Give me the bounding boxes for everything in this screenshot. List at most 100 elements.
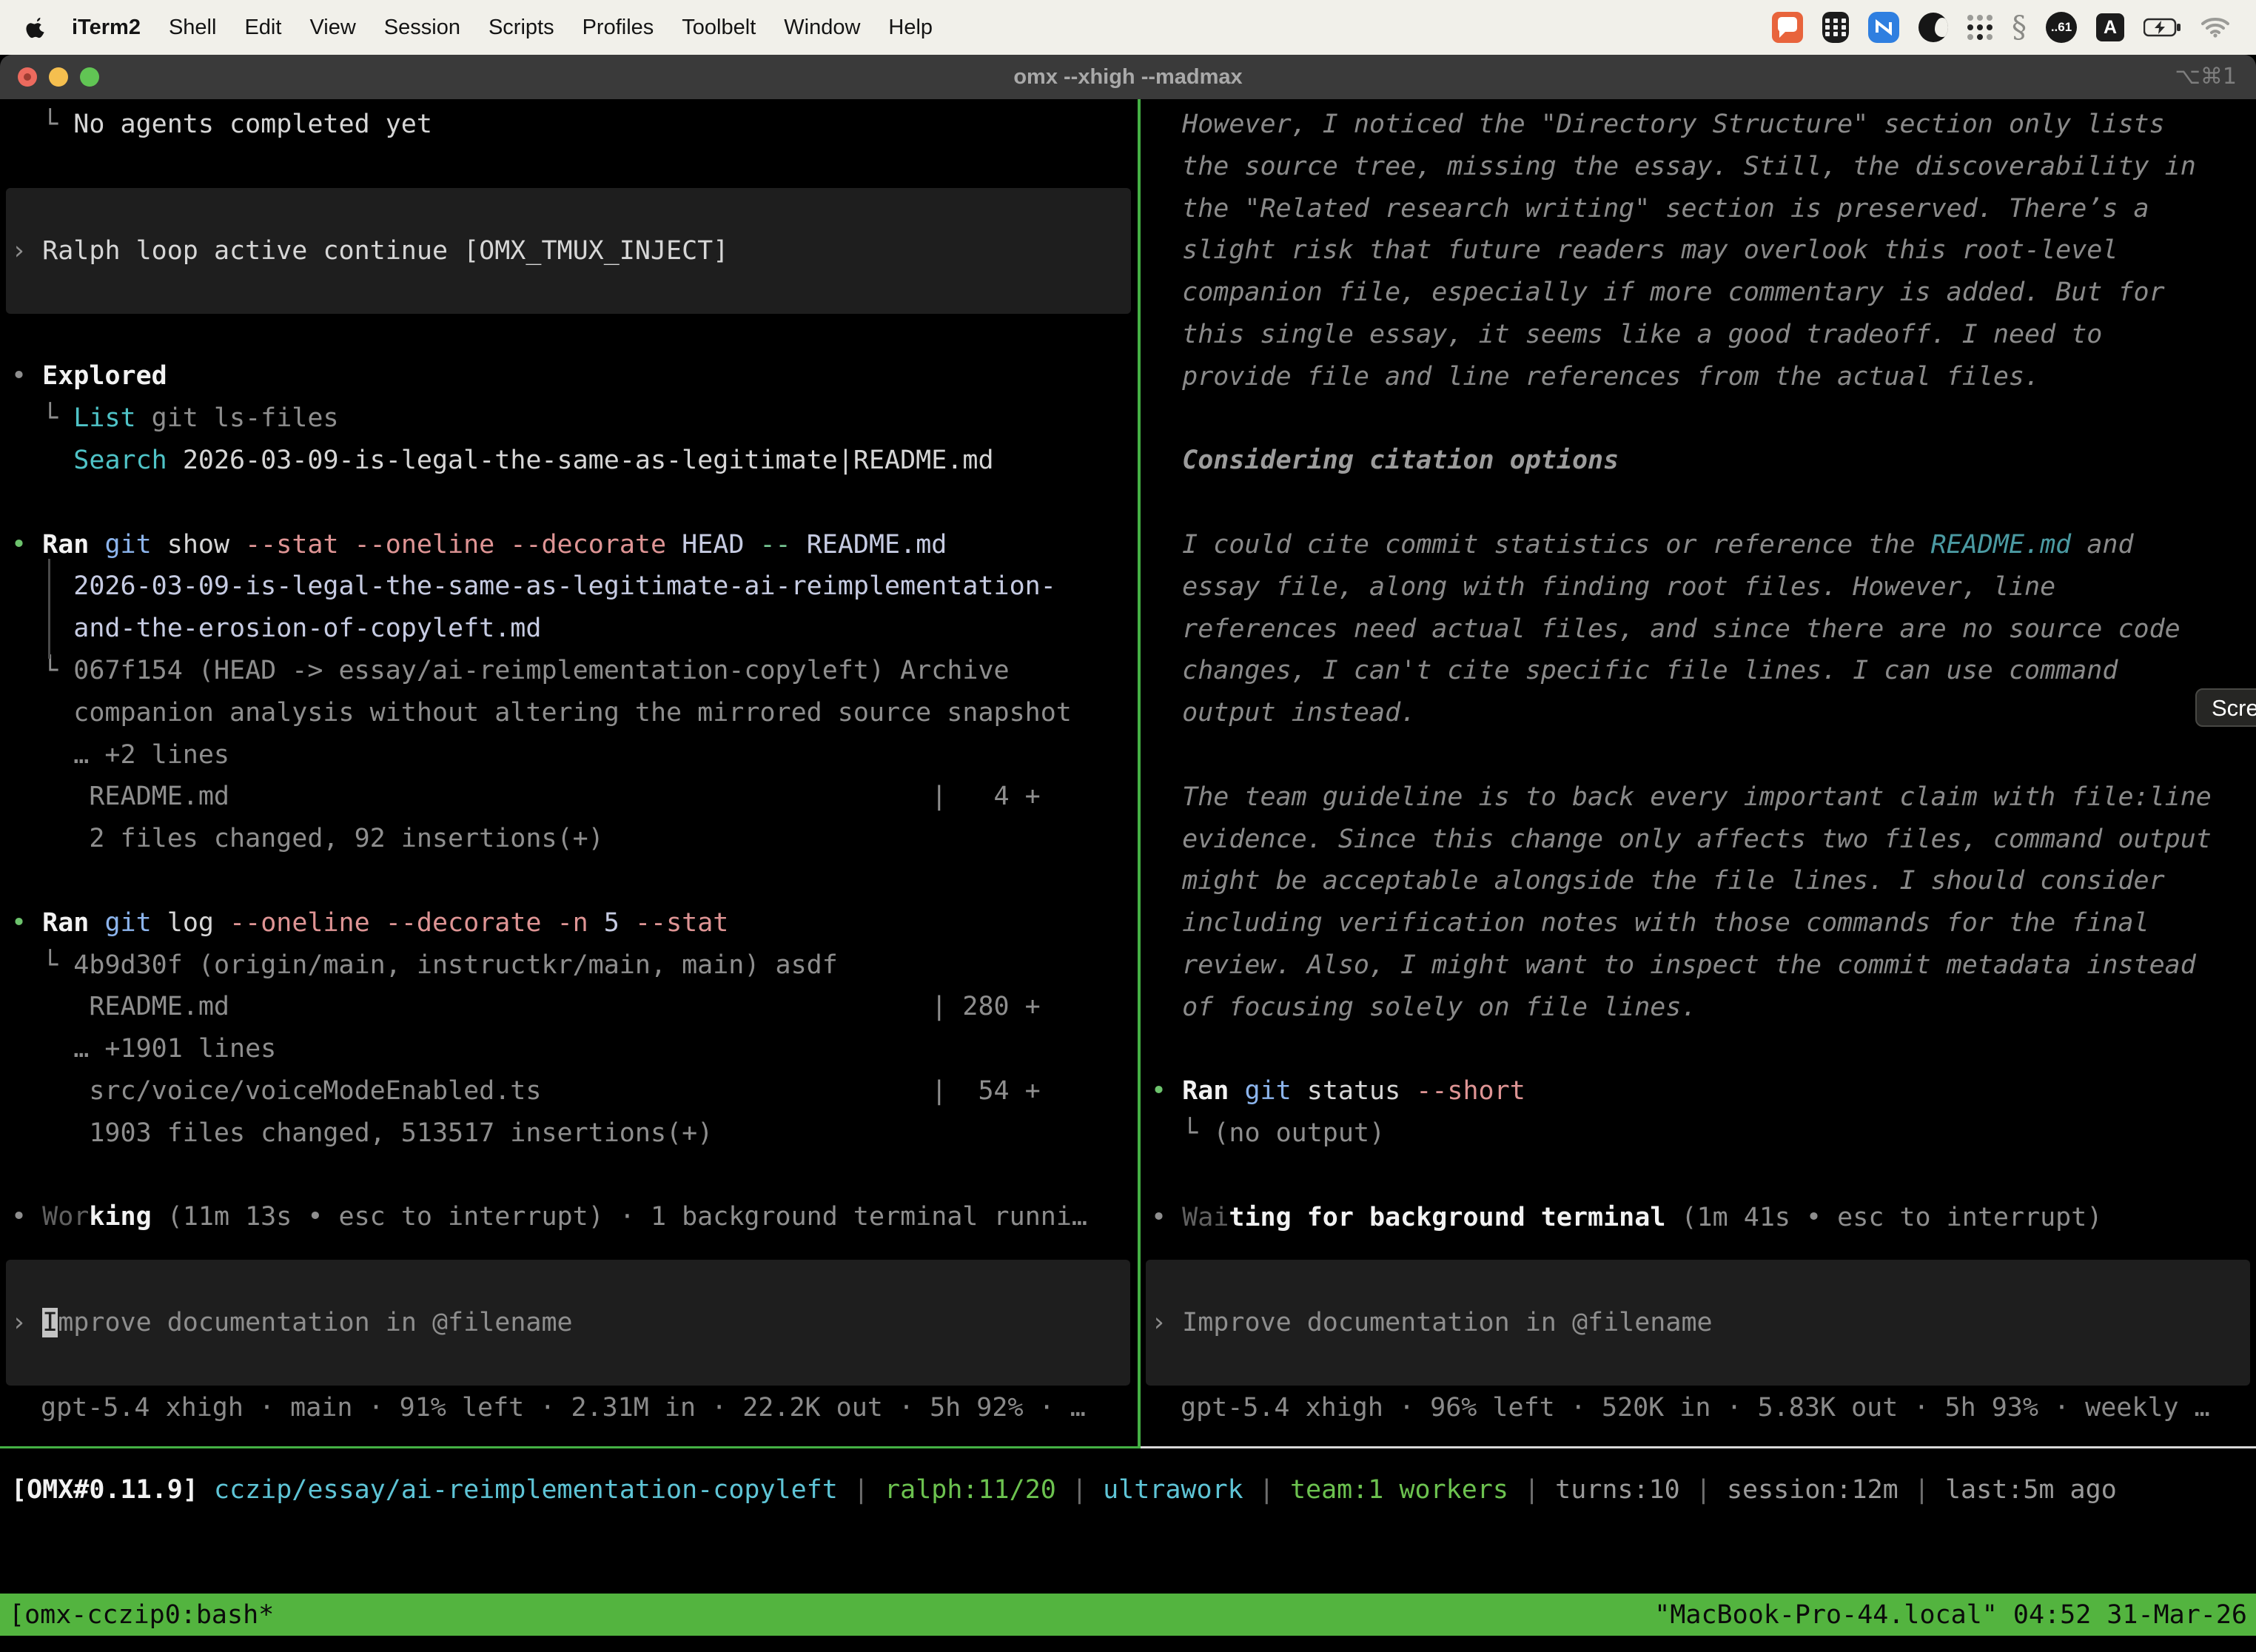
- terminal-line: Considering citation options: [1151, 440, 2256, 482]
- terminal-line: [11, 1155, 1138, 1197]
- terminal: └ No agents completed yet › Ralph loop a…: [0, 99, 2256, 1652]
- menu-item-session[interactable]: Session: [370, 16, 474, 40]
- blue-zigzag-icon[interactable]: [1868, 12, 1899, 43]
- terminal-line: of focusing solely on file lines.: [1151, 987, 2256, 1029]
- tmux-session-label[interactable]: [omx-cczip0:bash*: [9, 1600, 274, 1630]
- iterm-window: omx --xhigh --madmax ⌥⌘1 └ No agents com…: [0, 55, 2256, 1652]
- terminal-line: └ 067f154 (HEAD -> essay/ai-reimplementa…: [11, 650, 1138, 692]
- tree-guide-line: [48, 559, 50, 659]
- terminal-line: [11, 146, 1138, 188]
- inject-message-box: › Ralph loop active continue [OMX_TMUX_I…: [6, 188, 1131, 314]
- terminal-line: I could cite commit statistics or refere…: [1151, 524, 2256, 566]
- terminal-line: the source tree, missing the essay. Stil…: [1151, 146, 2256, 188]
- terminal-line: changes, I can't cite specific file line…: [1151, 650, 2256, 692]
- right-agent-pane[interactable]: However, I noticed the "Directory Struct…: [1144, 99, 2256, 1448]
- terminal-line: evidence. Since this change only affects…: [1151, 819, 2256, 861]
- terminal-line: essay file, along with finding root file…: [1151, 566, 2256, 608]
- terminal-output: However, I noticed the "Directory Struct…: [1144, 99, 2256, 1239]
- wifi-icon[interactable]: [2201, 17, 2229, 38]
- tmux-host-clock: "MacBook-Pro-44.local" 04:52 31-Mar-26: [1654, 1600, 2247, 1630]
- left-agent-pane[interactable]: └ No agents completed yet › Ralph loop a…: [0, 99, 1138, 1448]
- screen-overlay-tooltip: Scre: [2195, 688, 2256, 727]
- terminal-line: slight risk that future readers may over…: [1151, 229, 2256, 272]
- menu-item-view[interactable]: View: [295, 16, 369, 40]
- tmux-status-bar: [omx-cczip0:bash* "MacBook-Pro-44.local"…: [0, 1594, 2256, 1636]
- model-status-right: gpt-5.4 xhigh · 96% left · 520K in · 5.8…: [1181, 1387, 2210, 1429]
- menu-item-toolbelt[interactable]: Toolbelt: [668, 16, 770, 40]
- menu-item-shell[interactable]: Shell: [155, 16, 231, 40]
- window-shortcut-badge: ⌥⌘1: [2175, 55, 2237, 99]
- pane-divider[interactable]: [1138, 99, 1141, 1448]
- terminal-line: review. Also, I might want to inspect th…: [1151, 944, 2256, 987]
- terminal-line: 1903 files changed, 513517 insertions(+): [11, 1112, 1138, 1155]
- menu-item-edit[interactable]: Edit: [230, 16, 295, 40]
- terminal-line: companion file, especially if more comme…: [1151, 272, 2256, 314]
- terminal-line: [11, 482, 1138, 524]
- left-pane-bottom-border: [0, 1446, 1141, 1448]
- prompt-input-right[interactable]: › Improve documentation in @filename: [1146, 1260, 2250, 1386]
- menu-bar-status-icons: § ..61 A: [1772, 12, 2256, 43]
- menu-item-profiles[interactable]: Profiles: [568, 16, 668, 40]
- terminal-line: Search 2026-03-09-is-legal-the-same-as-l…: [11, 440, 1138, 482]
- window-title: omx --xhigh --madmax: [0, 55, 2256, 99]
- crescent-icon[interactable]: [1918, 13, 1948, 42]
- screen: iTerm2 Shell Edit View Session Scripts P…: [0, 0, 2256, 1652]
- squiggle-icon[interactable]: §: [2012, 13, 2027, 42]
- omx-status-line: [OMX#0.11.9] cczip/essay/ai-reimplementa…: [11, 1469, 2117, 1511]
- terminal-line: [1151, 1029, 2256, 1071]
- apple-menu-icon[interactable]: [25, 15, 47, 40]
- terminal-line: this single essay, it seems like a good …: [1151, 314, 2256, 356]
- terminal-line: references need actual files, and since …: [1151, 608, 2256, 651]
- terminal-line: … +1901 lines: [11, 1028, 1138, 1070]
- terminal-line: the "Related research writing" section i…: [1151, 188, 2256, 230]
- terminal-line: • Ran git log --oneline --decorate -n 5 …: [11, 902, 1138, 944]
- terminal-line: • Ran git status --short: [1151, 1070, 2256, 1112]
- terminal-line: └ List git ls-files: [11, 397, 1138, 440]
- prompt-input-left[interactable]: › Improve documentation in @filename: [6, 1260, 1130, 1386]
- terminal-line: • Waiting for background terminal (1m 41…: [1151, 1197, 2256, 1239]
- terminal-line: output instead.: [1151, 692, 2256, 734]
- input-source-badge[interactable]: A: [2096, 13, 2124, 41]
- menu-item-app[interactable]: iTerm2: [58, 16, 155, 40]
- terminal-line: and-the-erosion-of-copyleft.md: [11, 608, 1138, 650]
- terminal-line: companion analysis without altering the …: [11, 692, 1138, 734]
- menu-item-window[interactable]: Window: [770, 16, 874, 40]
- terminal-line: src/voice/voiceModeEnabled.ts | 54 +: [11, 1070, 1138, 1112]
- terminal-line: [1151, 1155, 2256, 1197]
- terminal-line: └ 4b9d30f (origin/main, instructkr/main,…: [11, 944, 1138, 987]
- terminal-output: • Explored └ List git ls-files Search 20…: [0, 314, 1138, 1239]
- screen-recording-indicator-icon[interactable]: [1772, 12, 1803, 43]
- terminal-line: • Working (11m 13s • esc to interrupt) ·…: [11, 1196, 1138, 1238]
- terminal-line: 2026-03-09-is-legal-the-same-as-legitima…: [11, 565, 1138, 608]
- terminal-line: provide file and line references from th…: [1151, 356, 2256, 398]
- terminal-line: However, I noticed the "Directory Struct…: [1151, 104, 2256, 146]
- terminal-line: [1151, 482, 2256, 524]
- menu-bar: iTerm2 Shell Edit View Session Scripts P…: [0, 0, 2256, 55]
- grid-shield-icon[interactable]: [1822, 12, 1849, 43]
- dots-grid-icon[interactable]: [1967, 15, 1993, 40]
- terminal-line: [11, 860, 1138, 902]
- menu-item-scripts[interactable]: Scripts: [474, 16, 568, 40]
- terminal-line: [1151, 734, 2256, 776]
- usage-badge[interactable]: ..61: [2046, 12, 2077, 43]
- terminal-line: README.md | 280 +: [11, 986, 1138, 1028]
- terminal-output: └ No agents completed yet: [0, 99, 1138, 188]
- model-status-left: gpt-5.4 xhigh · main · 91% left · 2.31M …: [41, 1387, 1086, 1429]
- terminal-line: └ (no output): [1151, 1112, 2256, 1155]
- terminal-line: 2 files changed, 92 insertions(+): [11, 818, 1138, 860]
- terminal-line: including verification notes with those …: [1151, 902, 2256, 944]
- terminal-line: [1151, 398, 2256, 440]
- terminal-line: └ No agents completed yet: [11, 104, 1138, 146]
- menu-item-help[interactable]: Help: [874, 16, 947, 40]
- terminal-line: README.md | 4 +: [11, 776, 1138, 818]
- right-pane-bottom-border: [1141, 1446, 2256, 1448]
- terminal-line: … +2 lines: [11, 734, 1138, 776]
- terminal-line: The team guideline is to back every impo…: [1151, 776, 2256, 819]
- menu-bar-left: iTerm2 Shell Edit View Session Scripts P…: [0, 15, 947, 40]
- terminal-line: • Ran git show --stat --oneline --decora…: [11, 524, 1138, 566]
- battery-icon[interactable]: [2143, 18, 2182, 37]
- terminal-line: [11, 314, 1138, 356]
- terminal-line: might be acceptable alongside the file l…: [1151, 860, 2256, 902]
- terminal-line: • Explored: [11, 355, 1138, 397]
- window-title-bar[interactable]: omx --xhigh --madmax ⌥⌘1: [0, 55, 2256, 100]
